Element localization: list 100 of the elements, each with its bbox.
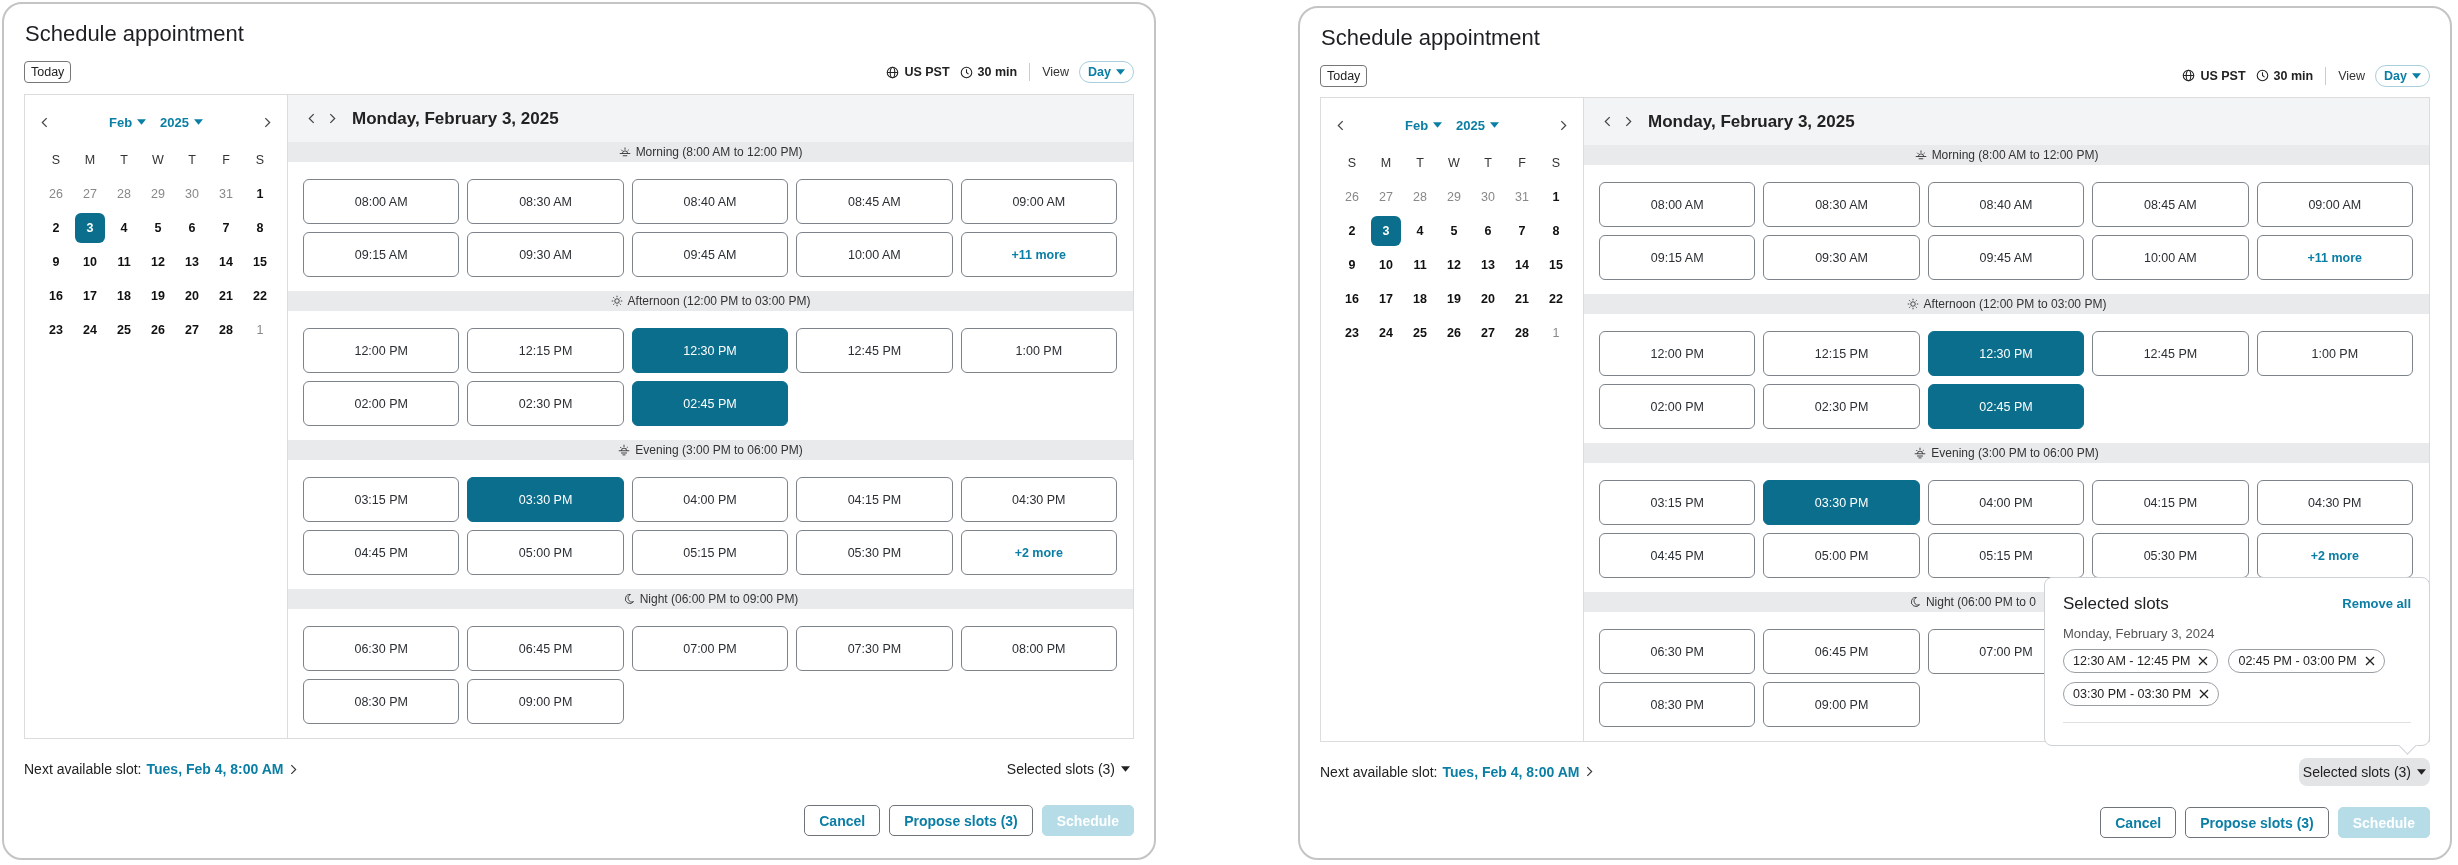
time-slot[interactable]: 09:45 AM	[1927, 235, 2085, 281]
calendar-day[interactable]: 26	[41, 179, 71, 209]
calendar-day[interactable]: 13	[1473, 250, 1503, 281]
calendar-day[interactable]: 24	[75, 315, 105, 345]
calendar-day[interactable]: 28	[1507, 318, 1537, 349]
calendar-day[interactable]: 17	[75, 281, 105, 311]
year-dropdown[interactable]: 2025	[160, 114, 203, 130]
time-slot[interactable]: 08:30 PM	[1599, 682, 1756, 728]
calendar-day[interactable]: 1	[245, 315, 275, 345]
chevron-right-icon[interactable]	[1625, 116, 1632, 128]
calendar-day[interactable]: 25	[109, 315, 139, 345]
calendar-day[interactable]: 1	[1541, 182, 1571, 213]
calendar-day[interactable]: 7	[211, 213, 241, 243]
calendar-day[interactable]: 6	[177, 213, 207, 243]
calendar-day[interactable]: 1	[1541, 318, 1571, 349]
time-slot[interactable]: 12:15 PM	[467, 328, 624, 373]
time-slot[interactable]: 08:30 PM	[303, 679, 460, 724]
calendar-day[interactable]: 19	[1439, 284, 1469, 315]
time-slot[interactable]: 05:00 PM	[467, 530, 624, 575]
chevron-left-icon[interactable]	[308, 113, 315, 124]
calendar-day[interactable]: 11	[109, 247, 139, 277]
calendar-day[interactable]: 28	[109, 179, 139, 209]
more-slots-button[interactable]: +11 more	[2256, 235, 2413, 281]
time-slot[interactable]: 09:00 PM	[1763, 682, 1920, 728]
time-slot[interactable]: 09:00 AM	[960, 179, 1117, 224]
chevron-left-icon[interactable]	[41, 116, 48, 128]
time-slot[interactable]: 08:00 AM	[303, 179, 460, 224]
more-slots-button[interactable]: +2 more	[960, 530, 1117, 575]
chevron-right-icon[interactable]	[329, 113, 336, 124]
time-slot[interactable]: 08:40 AM	[631, 179, 789, 224]
calendar-day[interactable]: 26	[143, 315, 173, 345]
calendar-day[interactable]: 15	[245, 247, 275, 277]
view-dropdown[interactable]: Day	[2375, 64, 2430, 87]
time-slot[interactable]: 04:45 PM	[303, 530, 460, 575]
calendar-day[interactable]: 2	[1337, 216, 1367, 247]
view-dropdown[interactable]: Day	[1079, 61, 1134, 83]
time-slot[interactable]: 05:15 PM	[1927, 533, 2085, 579]
time-slot[interactable]: 10:00 AM	[2092, 235, 2249, 281]
time-slot[interactable]: 04:15 PM	[796, 477, 953, 522]
calendar-day[interactable]: 5	[143, 213, 173, 243]
calendar-day[interactable]: 3	[1371, 216, 1401, 247]
calendar-day[interactable]: 26	[1439, 318, 1469, 349]
calendar-day[interactable]: 6	[1473, 216, 1503, 247]
time-slot[interactable]: 09:45 AM	[631, 232, 789, 277]
calendar-day[interactable]: 13	[177, 247, 207, 277]
calendar-day[interactable]: 8	[1541, 216, 1571, 247]
time-slot[interactable]: 12:45 PM	[796, 328, 953, 373]
time-slot[interactable]: 03:15 PM	[1599, 480, 1756, 526]
calendar-day[interactable]: 11	[1405, 250, 1435, 281]
time-slot[interactable]: 08:30 AM	[1763, 182, 1920, 228]
time-slot[interactable]: 08:00 AM	[1599, 182, 1756, 228]
month-dropdown[interactable]: Feb	[108, 114, 147, 130]
calendar-day[interactable]: 20	[1473, 284, 1503, 315]
action-button[interactable]: Cancel	[2100, 807, 2177, 838]
calendar-day[interactable]: 22	[245, 281, 275, 311]
calendar-day[interactable]: 20	[177, 281, 207, 311]
calendar-day[interactable]: 8	[245, 213, 275, 243]
time-slot[interactable]: 08:45 AM	[2092, 182, 2249, 228]
time-slot[interactable]: 03:30 PM	[1763, 480, 1920, 526]
next-slot-link[interactable]: Tues, Feb 4, 8:00 AM	[146, 761, 298, 777]
time-slot[interactable]: 12:45 PM	[2092, 331, 2249, 377]
time-slot[interactable]: 06:30 PM	[1599, 629, 1756, 675]
time-slot[interactable]: 12:00 PM	[1599, 331, 1756, 377]
time-slot[interactable]: 09:30 AM	[467, 232, 624, 277]
time-slot[interactable]: 03:15 PM	[303, 477, 460, 522]
month-dropdown[interactable]: Feb	[1404, 117, 1443, 133]
calendar-day[interactable]: 16	[41, 281, 71, 311]
calendar-day[interactable]: 27	[1473, 318, 1503, 349]
time-slot[interactable]: 02:00 PM	[303, 381, 460, 426]
action-button[interactable]: Propose slots (3)	[2185, 807, 2329, 838]
chevron-left-icon[interactable]	[1604, 116, 1611, 128]
calendar-day[interactable]: 12	[1439, 250, 1469, 281]
calendar-day[interactable]: 18	[109, 281, 139, 311]
calendar-day[interactable]: 1	[245, 179, 275, 209]
more-slots-button[interactable]: +11 more	[960, 232, 1117, 277]
calendar-day[interactable]: 12	[143, 247, 173, 277]
calendar-day[interactable]: 27	[177, 315, 207, 345]
time-slot[interactable]: 02:00 PM	[1599, 384, 1756, 430]
calendar-day[interactable]: 14	[211, 247, 241, 277]
time-slot[interactable]: 1:00 PM	[960, 328, 1117, 373]
calendar-day[interactable]: 26	[1337, 182, 1367, 213]
time-slot[interactable]: 02:30 PM	[1763, 384, 1920, 430]
chevron-left-icon[interactable]	[1337, 119, 1344, 131]
time-slot[interactable]: 08:40 AM	[1927, 182, 2085, 228]
time-slot[interactable]: 02:45 PM	[1927, 384, 2085, 430]
calendar-day[interactable]: 27	[1371, 182, 1401, 213]
calendar-day[interactable]: 21	[1507, 284, 1537, 315]
calendar-day[interactable]: 30	[1473, 182, 1503, 213]
calendar-day[interactable]: 7	[1507, 216, 1537, 247]
calendar-day[interactable]: 5	[1439, 216, 1469, 247]
calendar-day[interactable]: 29	[1439, 182, 1469, 213]
close-icon[interactable]	[2199, 688, 2210, 699]
calendar-day[interactable]: 30	[177, 179, 207, 209]
time-slot[interactable]: 07:00 PM	[631, 626, 789, 671]
time-slot[interactable]: 05:30 PM	[2092, 533, 2249, 579]
calendar-day[interactable]: 16	[1337, 284, 1367, 315]
calendar-day[interactable]: 24	[1371, 318, 1401, 349]
calendar-day[interactable]: 29	[143, 179, 173, 209]
action-button[interactable]: Cancel	[804, 805, 881, 836]
calendar-day[interactable]: 14	[1507, 250, 1537, 281]
